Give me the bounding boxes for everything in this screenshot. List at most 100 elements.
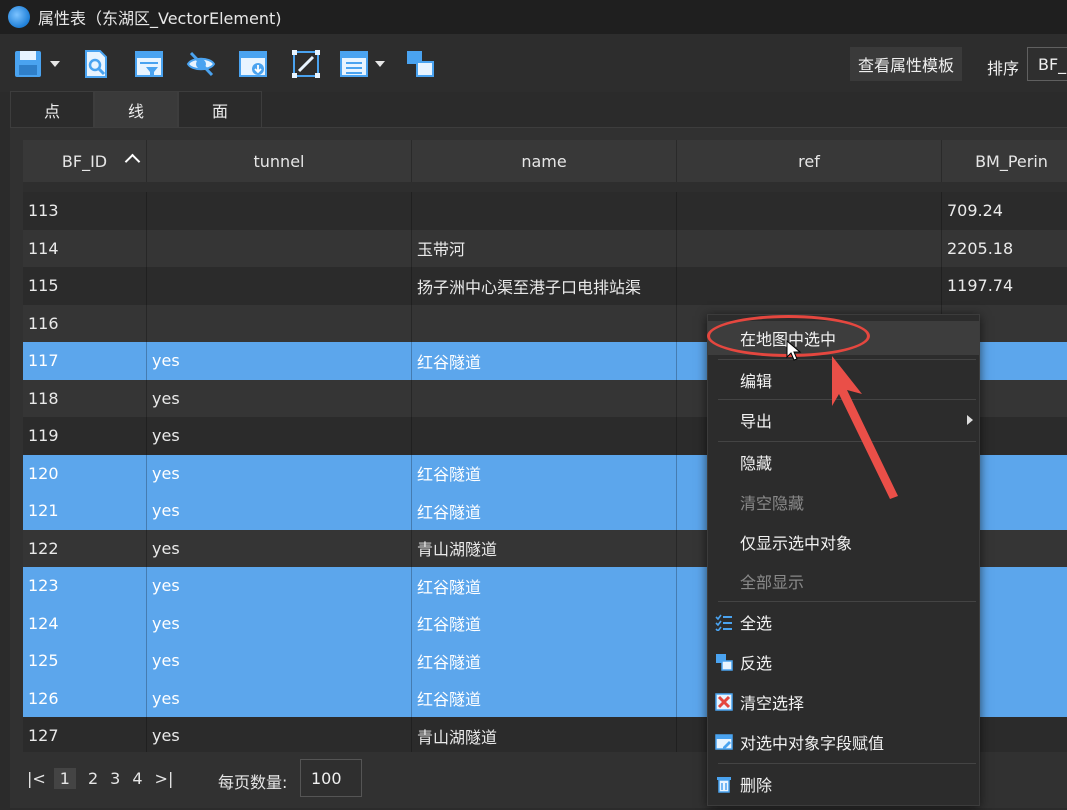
- menu-item[interactable]: 反选: [708, 645, 979, 679]
- menu-item-label: 清空隐藏: [740, 494, 805, 513]
- sort-ascending-icon: [124, 153, 141, 170]
- table-cell-id[interactable]: 117: [23, 342, 147, 380]
- table-cell-tunnel[interactable]: yes: [147, 679, 412, 717]
- table-row[interactable]: 113 709.24: [23, 192, 1067, 230]
- column-header-name[interactable]: name: [412, 140, 677, 182]
- find-button[interactable]: [80, 48, 112, 80]
- table-cell-id[interactable]: 121: [23, 492, 147, 530]
- table-cell-name[interactable]: 红谷隧道: [412, 492, 677, 530]
- chevron-right-icon: [967, 415, 973, 425]
- table-cell-name[interactable]: 红谷隧道: [412, 642, 677, 680]
- table-cell-tunnel[interactable]: yes: [147, 717, 412, 752]
- table-cell-id[interactable]: 119: [23, 417, 147, 455]
- table-cell-ref[interactable]: [677, 267, 942, 305]
- menu-item[interactable]: 仅显示选中对象: [708, 525, 979, 559]
- menu-item-label: 全部显示: [740, 573, 805, 592]
- table-cell-id[interactable]: 126: [23, 679, 147, 717]
- tab-point[interactable]: 点: [10, 91, 94, 127]
- table-cell-tunnel[interactable]: [147, 229, 412, 267]
- menu-item[interactable]: 清空选择: [708, 685, 979, 719]
- table-cell-perim[interactable]: 1197.74: [942, 267, 1067, 305]
- table-cell-id[interactable]: 115: [23, 267, 147, 305]
- column-header-label: BF_ID: [61, 151, 108, 171]
- table-cell-id[interactable]: 125: [23, 642, 147, 680]
- table-cell-tunnel[interactable]: [147, 304, 412, 342]
- table-export-icon: [239, 51, 267, 77]
- list-dropdown-chevron-icon[interactable]: [375, 61, 385, 67]
- column-header-ref[interactable]: ref: [677, 140, 942, 182]
- last-page-button[interactable]: >|: [155, 769, 174, 788]
- table-cell-ref[interactable]: [677, 229, 942, 267]
- table-cell-perim[interactable]: 709.24: [942, 192, 1067, 230]
- table-cell-tunnel[interactable]: yes: [147, 492, 412, 530]
- page-4-button[interactable]: 4: [132, 769, 142, 788]
- table-cell-name[interactable]: 红谷隧道: [412, 454, 677, 492]
- sort-field-select[interactable]: BF_I: [1027, 47, 1067, 81]
- table-cell-ref[interactable]: [677, 192, 942, 230]
- menu-item[interactable]: 对选中对象字段赋值: [708, 725, 979, 759]
- menu-item[interactable]: 删除: [708, 767, 979, 801]
- pagination: |< 1 2 3 4 >|: [27, 760, 185, 796]
- tab-line[interactable]: 线: [94, 91, 178, 127]
- table-cell-id[interactable]: 123: [23, 567, 147, 605]
- column-header-bm-perim[interactable]: BM_Perin: [942, 140, 1067, 182]
- field-calc-button[interactable]: [290, 48, 322, 80]
- sort-label: 排序: [987, 59, 1020, 78]
- mouse-cursor-icon: [786, 340, 802, 361]
- page-size-input[interactable]: 100: [300, 759, 362, 797]
- page-3-button[interactable]: 3: [110, 769, 120, 788]
- page-2-button[interactable]: 2: [88, 769, 98, 788]
- view-attribute-template-button[interactable]: 查看属性模板: [850, 47, 963, 81]
- table-cell-name[interactable]: 青山湖隧道: [412, 529, 677, 567]
- table-cell-name[interactable]: [412, 192, 677, 230]
- table-row[interactable]: 114 玉带河 2205.18: [23, 229, 1067, 268]
- column-header-tunnel[interactable]: tunnel: [147, 140, 412, 182]
- table-cell-id[interactable]: 116: [23, 304, 147, 342]
- table-cell-id[interactable]: 120: [23, 454, 147, 492]
- table-cell-id[interactable]: 113: [23, 192, 147, 230]
- table-cell-name[interactable]: 红谷隧道: [412, 679, 677, 717]
- table-cell-tunnel[interactable]: yes: [147, 567, 412, 605]
- table-header: BF_ID tunnel name ref BM_Perin: [23, 140, 1067, 182]
- visibility-button[interactable]: [185, 48, 217, 80]
- menu-item-label: 导出: [740, 412, 773, 431]
- page-1-button[interactable]: 1: [53, 767, 76, 789]
- table-cell-tunnel[interactable]: yes: [147, 604, 412, 642]
- table-cell-tunnel[interactable]: yes: [147, 379, 412, 417]
- table-cell-id[interactable]: 124: [23, 604, 147, 642]
- table-cell-tunnel[interactable]: yes: [147, 642, 412, 680]
- table-cell-name[interactable]: [412, 417, 677, 455]
- table-cell-perim[interactable]: 2205.18: [942, 230, 1067, 268]
- reverse-select-button[interactable]: [404, 48, 436, 80]
- table-cell-id[interactable]: 122: [23, 529, 147, 567]
- table-cell-name[interactable]: 红谷隧道: [412, 567, 677, 605]
- tab-polygon[interactable]: 面: [178, 91, 262, 127]
- table-cell-id[interactable]: 118: [23, 379, 147, 417]
- menu-item-label: 全选: [740, 614, 773, 633]
- menu-item[interactable]: 全选: [708, 605, 979, 639]
- table-cell-name[interactable]: [412, 304, 677, 342]
- table-cell-name[interactable]: 红谷隧道: [412, 342, 677, 380]
- filter-button[interactable]: [133, 48, 165, 80]
- first-page-button[interactable]: |<: [27, 769, 46, 788]
- column-header-bf-id[interactable]: BF_ID: [23, 140, 147, 182]
- table-cell-tunnel[interactable]: yes: [147, 529, 412, 567]
- table-filter-icon: [135, 51, 163, 77]
- table-cell-name[interactable]: 玉带河: [412, 229, 677, 267]
- save-dropdown-chevron-icon[interactable]: [50, 61, 60, 67]
- list-button[interactable]: [338, 48, 370, 80]
- table-cell-name[interactable]: 青山湖隧道: [412, 717, 677, 752]
- table-cell-name[interactable]: 红谷隧道: [412, 604, 677, 642]
- table-cell-tunnel[interactable]: yes: [147, 417, 412, 455]
- table-cell-id[interactable]: 127: [23, 717, 147, 752]
- table-cell-tunnel[interactable]: [147, 267, 412, 305]
- table-cell-tunnel[interactable]: [147, 192, 412, 230]
- table-cell-id[interactable]: 114: [23, 229, 147, 267]
- table-cell-name[interactable]: [412, 379, 677, 417]
- table-cell-name[interactable]: 扬子洲中心渠至港子口电排站渠: [412, 267, 677, 305]
- table-cell-tunnel[interactable]: yes: [147, 342, 412, 380]
- table-cell-tunnel[interactable]: yes: [147, 454, 412, 492]
- table-row[interactable]: 115 扬子洲中心渠至港子口电排站渠 1197.74: [23, 267, 1067, 305]
- save-button[interactable]: [12, 48, 44, 80]
- export-table-button[interactable]: [237, 48, 269, 80]
